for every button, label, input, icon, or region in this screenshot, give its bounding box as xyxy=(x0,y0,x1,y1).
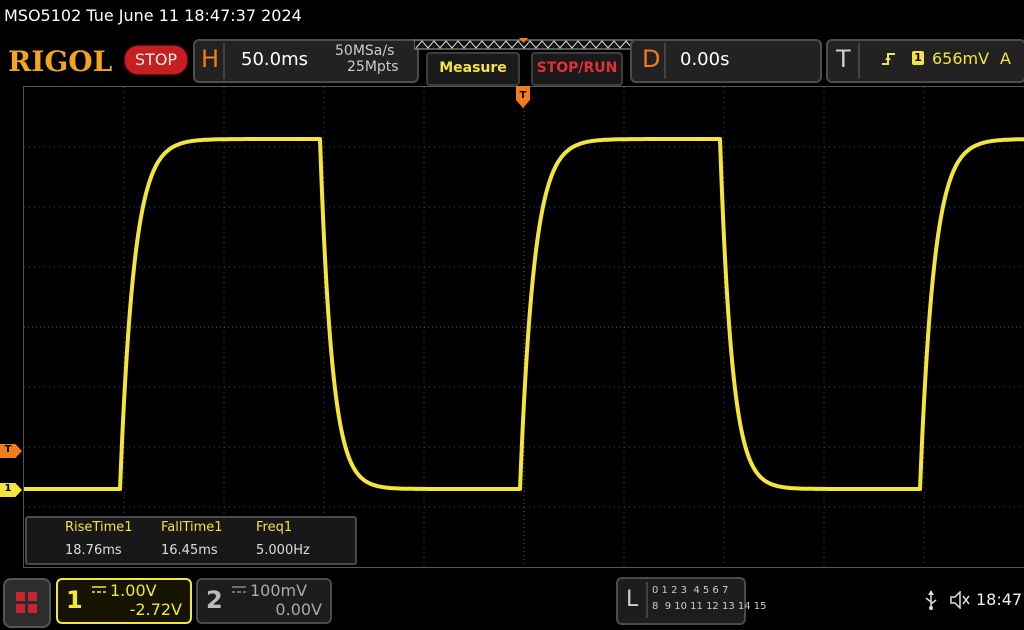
speaker-muted-icon[interactable] xyxy=(950,591,970,609)
usb-icon xyxy=(925,590,937,610)
trigger-letter: T xyxy=(836,45,851,73)
dc-coupling-icon xyxy=(92,586,106,593)
memory-depth: 25Mpts xyxy=(347,59,399,75)
divider xyxy=(646,582,648,618)
logic-channels-high: 8 9 10 11 12 13 14 15 xyxy=(652,601,767,612)
trigger-time-marker[interactable]: T xyxy=(516,86,530,108)
divider xyxy=(223,43,225,79)
waveform-timeline xyxy=(414,38,634,50)
logic-letter: L xyxy=(626,587,639,612)
waveform-area[interactable] xyxy=(23,86,1024,568)
measurement-value: 18.76ms xyxy=(65,543,122,558)
trigger-source-badge: 1 xyxy=(912,51,924,65)
measurement-value: 16.45ms xyxy=(161,543,218,558)
measure-button[interactable]: Measure xyxy=(426,52,520,86)
horizontal-letter: H xyxy=(201,45,220,73)
channel1-scale: 1.00V xyxy=(110,581,157,600)
channel1-marker-label: 1 xyxy=(4,483,12,494)
graticule xyxy=(24,87,1024,567)
run-state-badge[interactable]: STOP xyxy=(124,45,188,75)
channel2-panel[interactable]: 2 100mV 0.00V xyxy=(196,578,332,624)
channel2-offset: 0.00V xyxy=(275,600,322,619)
dc-coupling-icon xyxy=(232,586,246,593)
channel1-offset-marker[interactable]: 1 xyxy=(0,483,22,497)
measurement-value: 5.000Hz xyxy=(256,543,310,558)
measurement-name: RiseTime1 xyxy=(65,520,133,535)
channel2-number: 2 xyxy=(206,586,223,614)
logic-analyzer-panel[interactable]: L 0 1 2 3 4 5 6 7 8 9 10 11 12 13 14 15 xyxy=(616,577,767,625)
rigol-logo: RIGOL xyxy=(8,45,113,78)
stop-run-button[interactable]: STOP/RUN xyxy=(531,52,623,86)
grid-menu-icon xyxy=(16,592,37,613)
logic-channels-low: 0 1 2 3 4 5 6 7 xyxy=(652,585,729,596)
measurement-name: FallTime1 xyxy=(161,520,223,535)
channel1-panel[interactable]: 1 1.00V -2.72V xyxy=(56,578,192,624)
channel1-number: 1 xyxy=(66,586,83,614)
trigger-time-marker-label: T xyxy=(520,90,527,101)
delay-value: 0.00s xyxy=(680,49,730,70)
trigger-level-marker[interactable]: T xyxy=(0,444,22,458)
sample-rate: 50MSa/s xyxy=(335,43,395,59)
delay-panel[interactable]: D 0.00s xyxy=(630,39,822,83)
trigger-panel[interactable]: T 1 656mV A xyxy=(826,39,1024,83)
clock-time: 18:47 xyxy=(976,590,1023,609)
channel1-offset: -2.72V xyxy=(129,600,182,619)
divider xyxy=(664,43,666,79)
trigger-level: 656mV xyxy=(932,49,990,68)
rising-edge-icon xyxy=(882,53,895,65)
main-menu-button[interactable] xyxy=(3,578,51,628)
delay-letter: D xyxy=(642,45,661,73)
trigger-mode: A xyxy=(1000,49,1011,68)
timebase-value: 50.0ms xyxy=(241,49,308,70)
trigger-level-marker-label: T xyxy=(4,444,12,455)
measurement-name: Freq1 xyxy=(256,520,293,535)
title-bar: MSO5102 Tue June 11 18:47:37 2024 xyxy=(0,0,1024,32)
divider xyxy=(858,43,860,79)
channel2-scale: 100mV xyxy=(250,581,308,600)
window-title: MSO5102 Tue June 11 18:47:37 2024 xyxy=(4,6,302,25)
horizontal-panel[interactable]: H 50.0ms 50MSa/s 25Mpts xyxy=(193,39,419,83)
